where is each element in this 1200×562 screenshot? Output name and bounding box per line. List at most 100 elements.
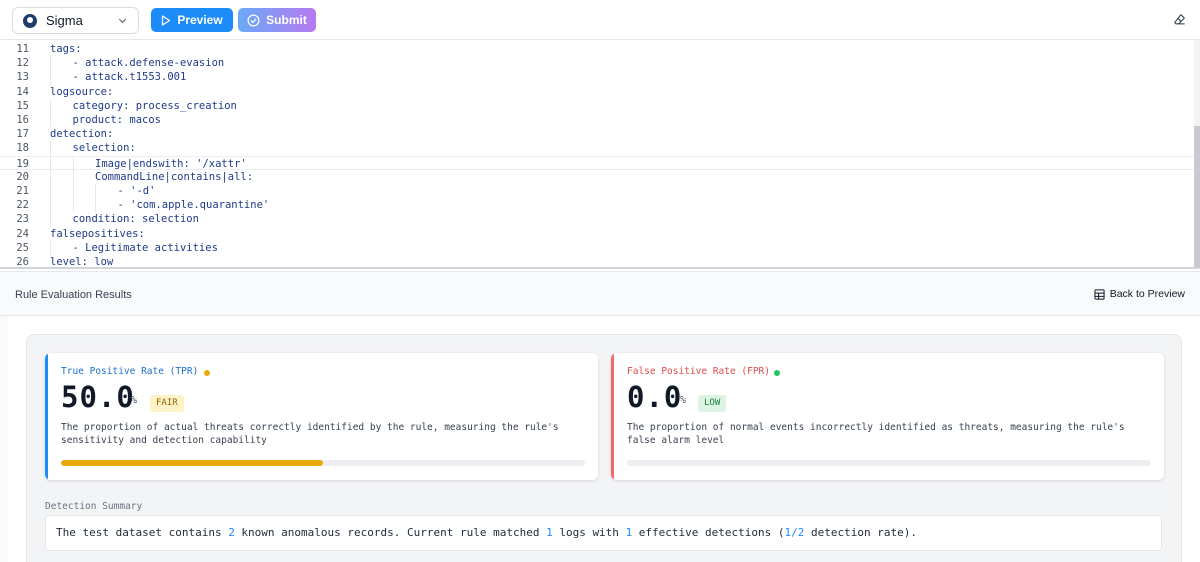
submit-button[interactable]: Submit (238, 8, 316, 32)
code-line[interactable]: 14 logsource: (0, 85, 1194, 99)
code-line[interactable]: 13 - attack.t1553.001 (0, 70, 1194, 85)
code-text: product: macos (72, 114, 162, 126)
indent-guide (50, 113, 51, 128)
submit-label: Submit (266, 13, 307, 27)
detection-summary: The test dataset contains 2 known anomal… (45, 515, 1162, 551)
tpr-title: True Positive Rate (TPR) (61, 366, 199, 377)
tpr-progress-bar (61, 460, 585, 466)
table-icon (1094, 288, 1105, 300)
results-body: True Positive Rate (TPR) 50.0 % FAIR The… (8, 316, 1200, 562)
code-text: falsepositives: (50, 227, 145, 240)
code-text: category: process_creation (72, 99, 237, 112)
metrics-container: True Positive Rate (TPR) 50.0 % FAIR The… (26, 334, 1182, 562)
summary-text: known anomalous records. Current rule ma… (234, 526, 547, 539)
preview-button[interactable]: Preview (151, 8, 233, 32)
tpr-progress-fill (61, 460, 323, 466)
code-line[interactable]: 25 - Legitimate activities (0, 240, 1194, 255)
fpr-title: False Positive Rate (FPR) (627, 366, 770, 377)
code-line[interactable]: 16 product: macos (0, 113, 1194, 128)
code-line[interactable]: 22 - 'com.apple.quarantine' (0, 198, 1194, 213)
summary-text: detection rate). (804, 526, 917, 539)
code-line[interactable]: 11 tags: (0, 42, 1194, 56)
fpr-badge: LOW (698, 395, 727, 412)
line-number: 26 (16, 256, 29, 268)
results-header: Rule Evaluation Results Back to Preview (0, 271, 1200, 316)
summary-text: effective detections ( (632, 526, 785, 539)
line-number: 17 (16, 128, 29, 141)
code-text: CommandLine|contains|all: (95, 170, 254, 183)
tpr-badge: FAIR (150, 395, 184, 412)
code-text: Image|endswith: '/xattr' (95, 157, 247, 170)
results-panel: Rule Evaluation Results Back to Preview … (0, 271, 1200, 562)
line-number: 20 (16, 170, 29, 183)
code-line[interactable]: 24 falsepositives: (0, 227, 1194, 241)
editor-scrollbar-thumb[interactable] (1194, 126, 1200, 267)
indent-guide (72, 198, 74, 213)
code-text: - 'com.apple.quarantine' (117, 199, 270, 212)
indent-guide (72, 156, 74, 171)
indent-guide (50, 240, 51, 255)
summary-matched-count: 1 (546, 526, 553, 539)
indent-guide (95, 198, 96, 213)
line-number: 14 (16, 85, 29, 98)
summary-text: The test dataset contains (56, 526, 229, 539)
fpr-status-dot (774, 370, 780, 376)
fpr-description: The proportion of normal events incorrec… (627, 422, 1125, 446)
tpr-unit: % (131, 395, 138, 406)
code-text: detection: (50, 128, 114, 141)
code-text: level: low (50, 256, 114, 268)
code-editor[interactable]: 11 tags: 12 - attack.defense-evasion 13 - att… (0, 40, 1200, 269)
code-line[interactable]: 26 level: low (0, 255, 1194, 268)
code-text: logsource: (50, 85, 114, 98)
fpr-progress-bar (627, 460, 1151, 466)
editor-scrollbar[interactable] (1194, 40, 1200, 267)
line-number: 24 (16, 227, 29, 240)
line-number: 25 (16, 241, 29, 254)
results-title: Rule Evaluation Results (15, 289, 132, 301)
indent-guide (50, 70, 51, 85)
line-number: 21 (16, 185, 29, 197)
line-number: 12 (16, 57, 29, 70)
code-line[interactable]: 23 condition: selection (0, 212, 1194, 227)
line-number: 19 (16, 157, 29, 170)
line-number: 11 (16, 43, 29, 55)
fpr-value: 0.0 (627, 380, 683, 414)
indent-guide (50, 184, 51, 199)
check-circle-icon (247, 14, 260, 26)
indent-guide (50, 98, 51, 113)
line-number: 18 (16, 142, 29, 155)
code-line[interactable]: 12 - attack.defense-evasion (0, 56, 1194, 71)
tpr-card: True Positive Rate (TPR) 50.0 % FAIR The… (45, 353, 598, 480)
tpr-status-dot (204, 370, 210, 376)
code-text: - attack.defense-evasion (72, 57, 225, 70)
indent-guide (50, 56, 51, 71)
eraser-icon[interactable] (1173, 13, 1186, 26)
tpr-description: The proportion of actual threats correct… (61, 422, 559, 446)
detection-summary-label: Detection Summary (45, 501, 143, 512)
code-line[interactable]: 17 detection: (0, 127, 1194, 141)
back-to-preview-label: Back to Preview (1109, 288, 1185, 300)
code-line[interactable]: 21 - '-d' (0, 184, 1194, 199)
back-to-preview-button[interactable]: Back to Preview (1094, 288, 1185, 300)
code-text: - attack.t1553.001 (72, 71, 187, 84)
summary-detection-rate: 1/2 (784, 526, 805, 539)
indent-guide (95, 184, 96, 199)
language-label: Sigma (46, 13, 83, 28)
code-text: - '-d' (117, 185, 156, 197)
code-line[interactable]: 15 category: process_creation (0, 98, 1194, 113)
toolbar: Sigma Preview Submit (0, 0, 1200, 40)
line-number: 13 (16, 71, 29, 84)
language-select[interactable]: Sigma (12, 7, 139, 34)
indent-guide (72, 169, 74, 184)
code-line[interactable]: 20 CommandLine|contains|all: (0, 169, 1194, 184)
line-number: 15 (16, 99, 29, 112)
code-text: condition: selection (72, 213, 199, 226)
indent-guide (50, 212, 51, 227)
preview-label: Preview (177, 13, 223, 27)
line-number: 16 (16, 114, 29, 126)
code-line[interactable]: 18 selection: (0, 141, 1194, 156)
indent-guide (50, 156, 51, 171)
fpr-card: False Positive Rate (FPR) 0.0 % LOW The … (611, 353, 1164, 480)
summary-known-count: 2 (228, 526, 235, 539)
code-line[interactable]: 19 Image|endswith: '/xattr' (0, 155, 1194, 171)
